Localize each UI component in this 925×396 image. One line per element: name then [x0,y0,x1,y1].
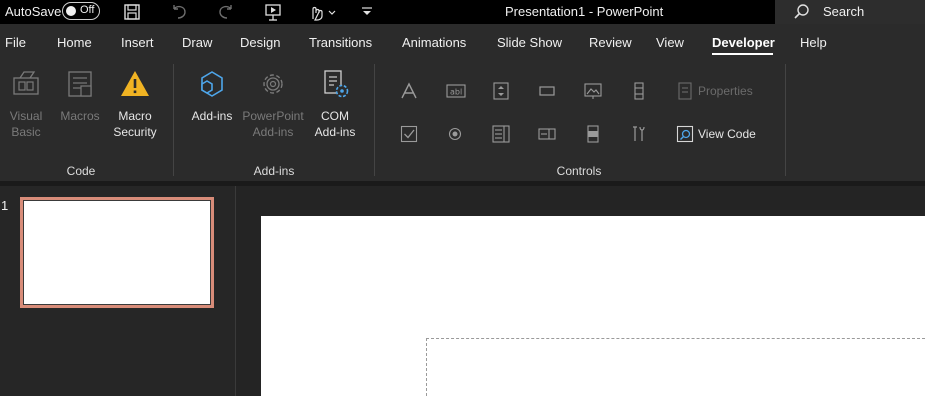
properties-label[interactable]: Properties [698,84,753,98]
autosave-toggle[interactable]: Off [62,2,100,20]
add-ins-label: Add-ins [191,109,233,123]
macros-icon [68,71,92,97]
window-title: Presentation1 - PowerPoint [505,4,664,19]
properties-icon[interactable] [676,82,694,100]
slide-thumbnail[interactable] [20,197,214,308]
touch-mode-icon[interactable] [305,1,327,23]
autosave-state: Off [80,4,95,16]
present-icon[interactable] [262,1,284,23]
redo-icon[interactable] [215,1,237,23]
group-label-controls: Controls [556,164,602,178]
option-button-control-icon[interactable] [446,125,464,143]
add-ins-icon [201,71,223,97]
slide-thumbnail-canvas [23,200,211,305]
macro-security-button[interactable]: Macro Security [110,68,160,140]
title-bar: AutoSave Off Presentation1 - PowerPoint [0,0,925,24]
com-add-ins-icon [324,70,349,98]
tab-developer[interactable]: Developer [712,35,775,50]
macros-button[interactable]: Macros [58,68,102,124]
visual-basic-icon [13,71,39,95]
powerpoint-add-ins-label: PowerPoint Add-ins [242,109,304,139]
customize-toolbar-icon[interactable] [356,1,378,23]
view-code-label[interactable]: View Code [698,127,756,141]
tab-help[interactable]: Help [800,35,827,50]
svg-text:abl: abl [450,88,462,97]
powerpoint-add-ins-button[interactable]: PowerPoint Add-ins [240,68,306,140]
image-control-icon[interactable] [584,82,602,100]
ribbon-tabs: File Home Insert Draw Design Transitions… [0,24,925,60]
gear-icon [263,74,283,94]
spin-button-control-icon[interactable] [492,82,510,100]
toggle-button-control-icon[interactable] [584,125,602,143]
group-label-add-ins: Add-ins [253,164,295,178]
tab-transitions[interactable]: Transitions [309,35,372,50]
tab-slide-show[interactable]: Slide Show [497,35,562,50]
com-add-ins-button[interactable]: COM Add-ins [312,68,358,140]
search-label: Search [823,4,865,19]
autosave-label: AutoSave [5,4,62,19]
label-control-icon[interactable] [400,82,418,100]
tab-file[interactable]: File [5,35,26,50]
active-tab-indicator [712,53,773,55]
combo-box-control-icon[interactable] [538,125,556,143]
view-code-icon[interactable] [676,125,694,143]
more-controls-icon[interactable] [630,125,648,143]
textbox-control-icon[interactable]: abl [446,82,466,100]
tab-insert[interactable]: Insert [121,35,154,50]
command-button-control-icon[interactable] [538,82,556,100]
content-placeholder[interactable] [426,338,925,396]
chevron-down-icon[interactable] [326,1,338,23]
macro-security-label: Macro Security [113,109,157,139]
group-separator [173,64,174,176]
list-box-control-icon[interactable] [492,125,510,143]
visual-basic-label: Visual Basic [9,109,43,139]
group-label-code: Code [66,164,96,178]
group-separator [374,64,375,176]
visual-basic-button[interactable]: Visual Basic [4,68,48,140]
tab-view[interactable]: View [656,35,684,50]
slide-number: 1 [1,198,9,213]
ribbon: Visual Basic Macros Macro Security Code … [0,60,925,181]
toggle-knob [66,6,76,16]
com-add-ins-label: COM Add-ins [314,109,356,139]
search-icon [794,4,809,19]
search-box[interactable]: Search [775,0,925,24]
tab-design[interactable]: Design [240,35,280,50]
tab-home[interactable]: Home [57,35,92,50]
macros-label: Macros [60,109,100,123]
undo-icon[interactable] [168,1,190,23]
tab-review[interactable]: Review [589,35,632,50]
tab-draw[interactable]: Draw [182,35,212,50]
group-separator [785,64,786,176]
save-icon[interactable] [121,1,143,23]
warning-icon [121,71,149,96]
add-ins-button[interactable]: Add-ins [190,68,234,124]
scroll-bar-control-icon[interactable] [630,82,648,100]
tab-animations[interactable]: Animations [402,35,466,50]
checkbox-control-icon[interactable] [400,125,418,143]
